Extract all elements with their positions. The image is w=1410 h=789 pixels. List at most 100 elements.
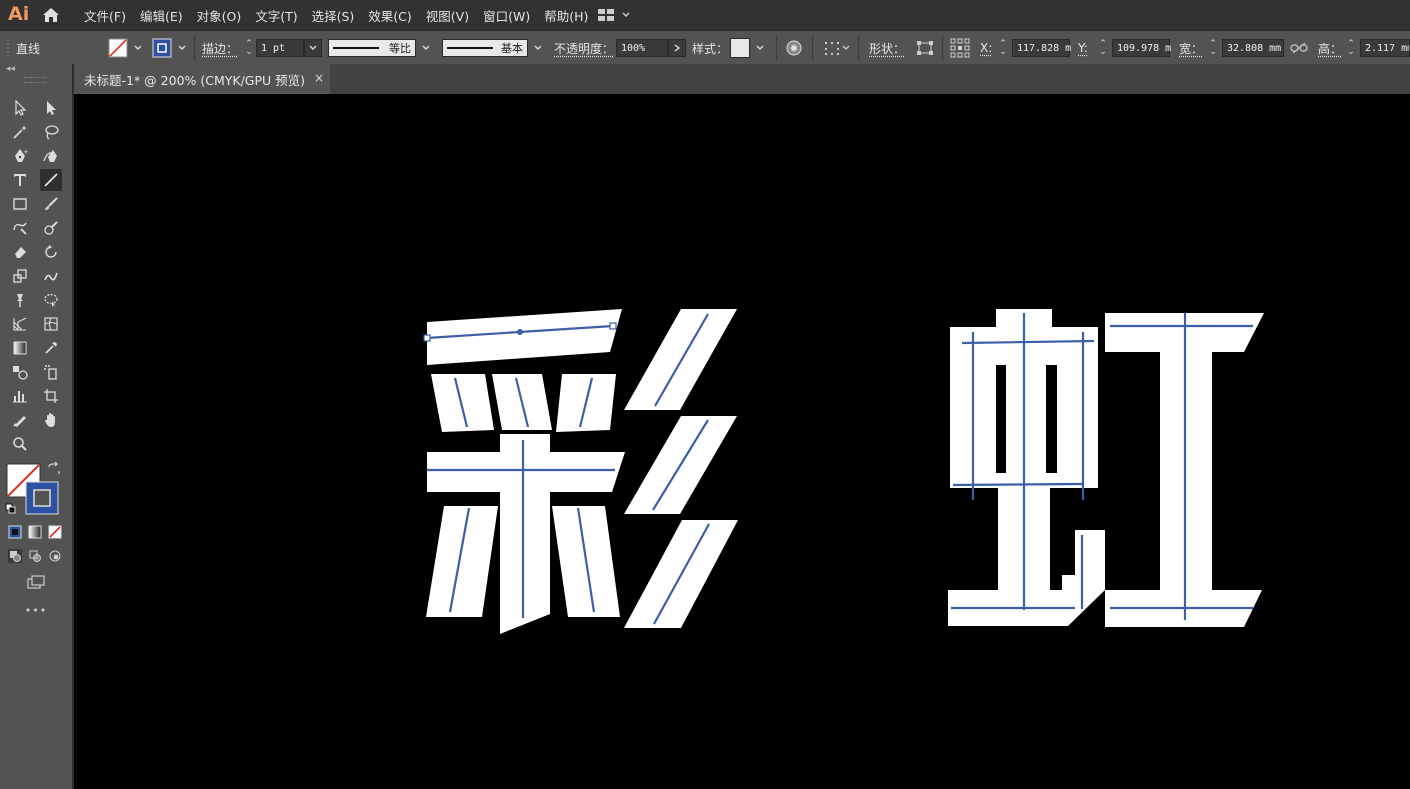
stepper-icon[interactable]: ⌃ ⌄ [1098, 40, 1108, 57]
more-tools-icon[interactable]: ••• [0, 604, 72, 617]
rectangle-tool-icon[interactable] [9, 193, 31, 215]
menu-edit[interactable]: 编辑(E) [140, 6, 183, 25]
chevron-down-icon[interactable] [134, 44, 142, 52]
chevron-down-icon[interactable] [178, 44, 186, 52]
drag-grip[interactable] [6, 31, 10, 65]
stroke-label[interactable]: 描边： [202, 31, 238, 65]
eyedropper-tool-icon[interactable] [40, 337, 62, 359]
rotate-tool-icon[interactable] [40, 241, 62, 263]
symbol-sprayer-tool-icon[interactable] [40, 361, 62, 383]
hand-tool-icon[interactable] [40, 409, 62, 431]
width-input[interactable]: 32.808 mm [1222, 39, 1284, 57]
y-control[interactable]: ⌃ ⌄ 109.978 m [1098, 31, 1171, 65]
height-input[interactable]: 2.117 mm [1360, 39, 1410, 57]
zoom-tool-icon[interactable] [9, 433, 31, 455]
draw-normal-icon[interactable] [6, 547, 24, 565]
variable-width-profile[interactable]: 等比 [328, 31, 430, 65]
home-icon[interactable] [40, 5, 62, 25]
gradient-mode-icon[interactable] [26, 523, 44, 541]
reference-point-icon[interactable] [950, 31, 970, 65]
recolor-icon[interactable] [785, 31, 803, 65]
blend-tool-icon[interactable] [9, 361, 31, 383]
stepper-icon[interactable]: ⌃ ⌄ [1346, 40, 1356, 57]
opacity-input[interactable]: 100% [616, 39, 668, 57]
default-fill-stroke-icon[interactable] [3, 501, 19, 517]
stroke-weight-control[interactable]: ⌃ ⌄ 1 pt [244, 31, 322, 65]
scale-tool-icon[interactable] [9, 265, 31, 287]
x-label[interactable]: X: [980, 31, 992, 65]
selection-tool-icon[interactable] [9, 97, 31, 119]
x-input[interactable]: 117.828 m [1012, 39, 1071, 57]
link-proportions-icon[interactable] [1290, 31, 1308, 65]
gradient-tool-icon[interactable] [9, 337, 31, 359]
cai-slash-1[interactable] [624, 309, 737, 410]
direct-selection-tool-icon[interactable] [40, 97, 62, 119]
cai-left-sweep[interactable] [426, 506, 498, 617]
stepper-icon[interactable]: ⌃ ⌄ [1208, 40, 1218, 57]
menu-window[interactable]: 窗口(W) [483, 6, 530, 25]
eraser-tool-icon[interactable] [9, 241, 31, 263]
panel-grip[interactable] [24, 77, 46, 83]
menu-help[interactable]: 帮助(H) [544, 6, 588, 25]
slice-tool-icon[interactable] [9, 409, 31, 431]
graphic-style-picker[interactable] [730, 31, 764, 65]
color-mode-icon[interactable] [6, 523, 24, 541]
menu-type[interactable]: 文字(T) [255, 6, 297, 25]
chevron-down-icon[interactable] [422, 44, 430, 52]
fill-swatch[interactable] [108, 31, 142, 65]
swap-fill-stroke-icon[interactable] [46, 461, 62, 477]
stepper-icon[interactable]: ⌃ ⌄ [244, 40, 254, 57]
shape-bounds-icon[interactable] [916, 31, 934, 65]
warp-tool-icon[interactable] [40, 265, 62, 287]
stepper-icon[interactable]: ⌃ ⌄ [998, 40, 1008, 57]
blob-brush-tool-icon[interactable] [40, 217, 62, 239]
draw-inside-icon[interactable] [46, 547, 64, 565]
stroke-swatch[interactable] [152, 31, 186, 65]
opacity-control[interactable]: 100% [616, 31, 686, 65]
chevron-down-icon[interactable] [756, 44, 764, 52]
paintbrush-tool-icon[interactable] [40, 193, 62, 215]
y-input[interactable]: 109.978 m [1112, 39, 1171, 57]
opacity-expand[interactable] [668, 39, 686, 57]
type-tool-icon[interactable] [9, 169, 31, 191]
menu-select[interactable]: 选择(S) [312, 6, 355, 25]
menu-view[interactable]: 视图(V) [426, 6, 469, 25]
cai-dot-left[interactable] [431, 374, 494, 432]
glyph-hong[interactable] [948, 309, 1264, 627]
x-control[interactable]: ⌃ ⌄ 117.828 m [998, 31, 1071, 65]
menu-file[interactable]: 文件(F) [84, 6, 126, 25]
free-transform-tool-icon[interactable] [40, 289, 62, 311]
none-mode-icon[interactable] [46, 523, 64, 541]
line-segment-tool-icon[interactable] [40, 169, 62, 191]
screen-mode-icon[interactable] [25, 572, 47, 592]
puppet-warp-tool-icon[interactable] [9, 289, 31, 311]
shape-label[interactable]: 形状： [869, 31, 905, 65]
stroke-weight-input[interactable]: 1 pt [256, 39, 304, 57]
column-graph-tool-icon[interactable] [9, 385, 31, 407]
width-control[interactable]: ⌃ ⌄ 32.808 mm [1208, 31, 1284, 65]
menu-effect[interactable]: 效果(C) [368, 6, 411, 25]
workspace-switcher-icon[interactable] [596, 7, 636, 23]
y-label[interactable]: Y: [1078, 31, 1088, 65]
menu-object[interactable]: 对象(O) [197, 6, 242, 25]
stroke-weight-dropdown[interactable] [304, 39, 322, 57]
shaper-tool-icon[interactable] [9, 217, 31, 239]
collapse-panel-icon[interactable]: ◂◂ [6, 64, 15, 74]
artboard-canvas[interactable] [74, 94, 1410, 789]
height-label[interactable]: 高： [1318, 31, 1342, 65]
chevron-down-icon[interactable] [534, 44, 542, 52]
cai-stem[interactable] [500, 434, 550, 634]
glyph-cai[interactable] [426, 309, 738, 634]
artboard-tool-icon[interactable] [40, 385, 62, 407]
draw-behind-icon[interactable] [26, 547, 44, 565]
opacity-label[interactable]: 不透明度： [554, 31, 614, 65]
perspective-grid-tool-icon[interactable] [9, 313, 31, 335]
magic-wand-tool-icon[interactable] [9, 121, 31, 143]
document-tab[interactable]: 未标题-1* @ 200% (CMYK/GPU 预览) × [74, 64, 330, 94]
width-label[interactable]: 宽： [1179, 31, 1203, 65]
pen-tool-icon[interactable]: + [9, 145, 31, 167]
lasso-tool-icon[interactable] [40, 121, 62, 143]
brush-definition[interactable]: 基本 [442, 31, 542, 65]
close-tab-icon[interactable]: × [314, 71, 324, 85]
align-options-icon[interactable] [824, 31, 850, 65]
